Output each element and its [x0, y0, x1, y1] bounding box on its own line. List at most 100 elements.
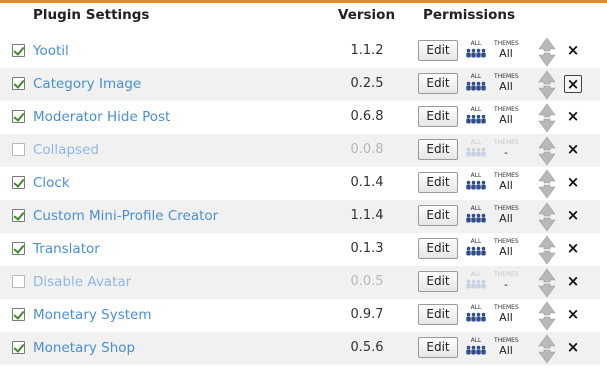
- plugin-name-link[interactable]: Custom Mini-Profile Creator: [33, 208, 218, 224]
- theme-permissions[interactable]: THEMES All: [494, 337, 519, 357]
- reorder-arrows-icon[interactable]: [537, 136, 557, 166]
- themes-value: -: [504, 146, 508, 159]
- enable-checkbox[interactable]: [12, 176, 25, 189]
- theme-permissions[interactable]: THEMES All: [494, 238, 519, 258]
- themes-value: All: [499, 212, 513, 225]
- enable-checkbox[interactable]: [12, 275, 25, 288]
- enable-checkbox[interactable]: [12, 242, 25, 255]
- group-permissions[interactable]: ALL: [465, 337, 487, 359]
- plugin-name-link[interactable]: Monetary System: [33, 307, 152, 323]
- reorder-arrows-icon[interactable]: [537, 103, 557, 133]
- plugin-version: 1.1.2: [350, 43, 384, 58]
- plugin-name-link[interactable]: Disable Avatar: [33, 274, 131, 290]
- plugin-name-link[interactable]: Translator: [33, 241, 100, 257]
- delete-x-icon[interactable]: ×: [564, 42, 582, 60]
- reorder-arrows-icon[interactable]: [537, 70, 557, 100]
- table-header: Plugin Settings Version Permissions: [0, 3, 607, 30]
- checkmark-icon: [13, 308, 25, 320]
- edit-button[interactable]: Edit: [418, 106, 458, 127]
- reorder-arrows-icon[interactable]: [537, 334, 557, 364]
- reorder-arrows-icon[interactable]: [537, 169, 557, 199]
- edit-button[interactable]: Edit: [418, 238, 458, 259]
- edit-button[interactable]: Edit: [418, 271, 458, 292]
- theme-permissions[interactable]: THEMES All: [494, 40, 519, 60]
- checkmark-icon: [13, 242, 25, 254]
- plugin-list: Yootil 1.1.2 Edit ALL THEMES All × Category Ima…: [0, 35, 607, 365]
- enable-checkbox[interactable]: [12, 341, 25, 354]
- themes-value: All: [499, 113, 513, 126]
- edit-button[interactable]: Edit: [418, 337, 458, 358]
- group-permissions[interactable]: ALL: [465, 271, 487, 293]
- delete-x-icon[interactable]: ×: [564, 174, 582, 192]
- edit-button[interactable]: Edit: [418, 172, 458, 193]
- group-permissions[interactable]: ALL: [465, 205, 487, 227]
- delete-x-icon[interactable]: ×: [564, 273, 582, 291]
- delete-x-icon[interactable]: ×: [564, 207, 582, 225]
- theme-permissions[interactable]: THEMES All: [494, 106, 519, 126]
- plugin-version: 0.0.8: [350, 142, 384, 157]
- theme-permissions[interactable]: THEMES All: [494, 73, 519, 93]
- theme-permissions[interactable]: THEMES All: [494, 172, 519, 192]
- user-group-icon: [466, 81, 486, 91]
- plugin-version: 0.0.5: [350, 274, 384, 289]
- plugin-row: Disable Avatar 0.0.5 Edit ALL THEMES - ×: [0, 266, 600, 299]
- plugin-name-link[interactable]: Clock: [33, 175, 70, 191]
- plugin-version: 0.9.7: [350, 307, 384, 322]
- reorder-arrows-icon[interactable]: [537, 235, 557, 265]
- theme-permissions[interactable]: THEMES All: [494, 205, 519, 225]
- checkmark-icon: [13, 209, 25, 221]
- group-permissions[interactable]: ALL: [465, 106, 487, 128]
- themes-value: All: [499, 80, 513, 93]
- reorder-arrows-icon[interactable]: [537, 37, 557, 67]
- delete-x-icon[interactable]: ×: [564, 75, 582, 93]
- edit-button[interactable]: Edit: [418, 139, 458, 160]
- plugin-row: Monetary System 0.9.7 Edit ALL THEMES All ×: [0, 299, 600, 332]
- user-group-icon: [466, 345, 486, 355]
- group-permissions[interactable]: ALL: [465, 139, 487, 161]
- edit-button[interactable]: Edit: [418, 205, 458, 226]
- theme-permissions[interactable]: THEMES -: [494, 271, 519, 291]
- delete-x-icon[interactable]: ×: [564, 240, 582, 258]
- enable-checkbox[interactable]: [12, 110, 25, 123]
- plugin-name-link[interactable]: Category Image: [33, 76, 141, 92]
- enable-checkbox[interactable]: [12, 308, 25, 321]
- delete-x-icon[interactable]: ×: [564, 108, 582, 126]
- plugin-row: Moderator Hide Post 0.6.8 Edit ALL THEMES All…: [0, 101, 600, 134]
- user-group-icon: [466, 246, 486, 256]
- enable-checkbox[interactable]: [12, 44, 25, 57]
- plugin-version: 0.1.3: [350, 241, 384, 256]
- user-group-icon: [466, 312, 486, 322]
- all-groups-label: ALL: [470, 40, 482, 47]
- all-groups-label: ALL: [470, 73, 482, 80]
- reorder-arrows-icon[interactable]: [537, 202, 557, 232]
- themes-value: -: [504, 278, 508, 291]
- plugin-name-link[interactable]: Monetary Shop: [33, 340, 135, 356]
- plugin-name-link[interactable]: Moderator Hide Post: [33, 109, 170, 125]
- group-permissions[interactable]: ALL: [465, 73, 487, 95]
- group-permissions[interactable]: ALL: [465, 40, 487, 62]
- group-permissions[interactable]: ALL: [465, 172, 487, 194]
- plugin-row: Category Image 0.2.5 Edit ALL THEMES All ×: [0, 68, 600, 101]
- edit-button[interactable]: Edit: [418, 73, 458, 94]
- plugin-settings-heading: Plugin Settings: [33, 7, 150, 23]
- user-group-icon: [466, 213, 486, 223]
- group-permissions[interactable]: ALL: [465, 238, 487, 260]
- theme-permissions[interactable]: THEMES -: [494, 139, 519, 159]
- delete-x-icon[interactable]: ×: [564, 306, 582, 324]
- edit-button[interactable]: Edit: [418, 304, 458, 325]
- theme-permissions[interactable]: THEMES All: [494, 304, 519, 324]
- delete-x-icon[interactable]: ×: [564, 339, 582, 357]
- plugin-name-link[interactable]: Collapsed: [33, 142, 99, 158]
- enable-checkbox[interactable]: [12, 77, 25, 90]
- plugin-version: 0.5.6: [350, 340, 384, 355]
- plugin-version: 0.6.8: [350, 109, 384, 124]
- enable-checkbox[interactable]: [12, 209, 25, 222]
- reorder-arrows-icon[interactable]: [537, 268, 557, 298]
- edit-button[interactable]: Edit: [418, 40, 458, 61]
- themes-value: All: [499, 179, 513, 192]
- group-permissions[interactable]: ALL: [465, 304, 487, 326]
- reorder-arrows-icon[interactable]: [537, 301, 557, 331]
- delete-x-icon[interactable]: ×: [564, 141, 582, 159]
- plugin-name-link[interactable]: Yootil: [33, 43, 69, 59]
- enable-checkbox[interactable]: [12, 143, 25, 156]
